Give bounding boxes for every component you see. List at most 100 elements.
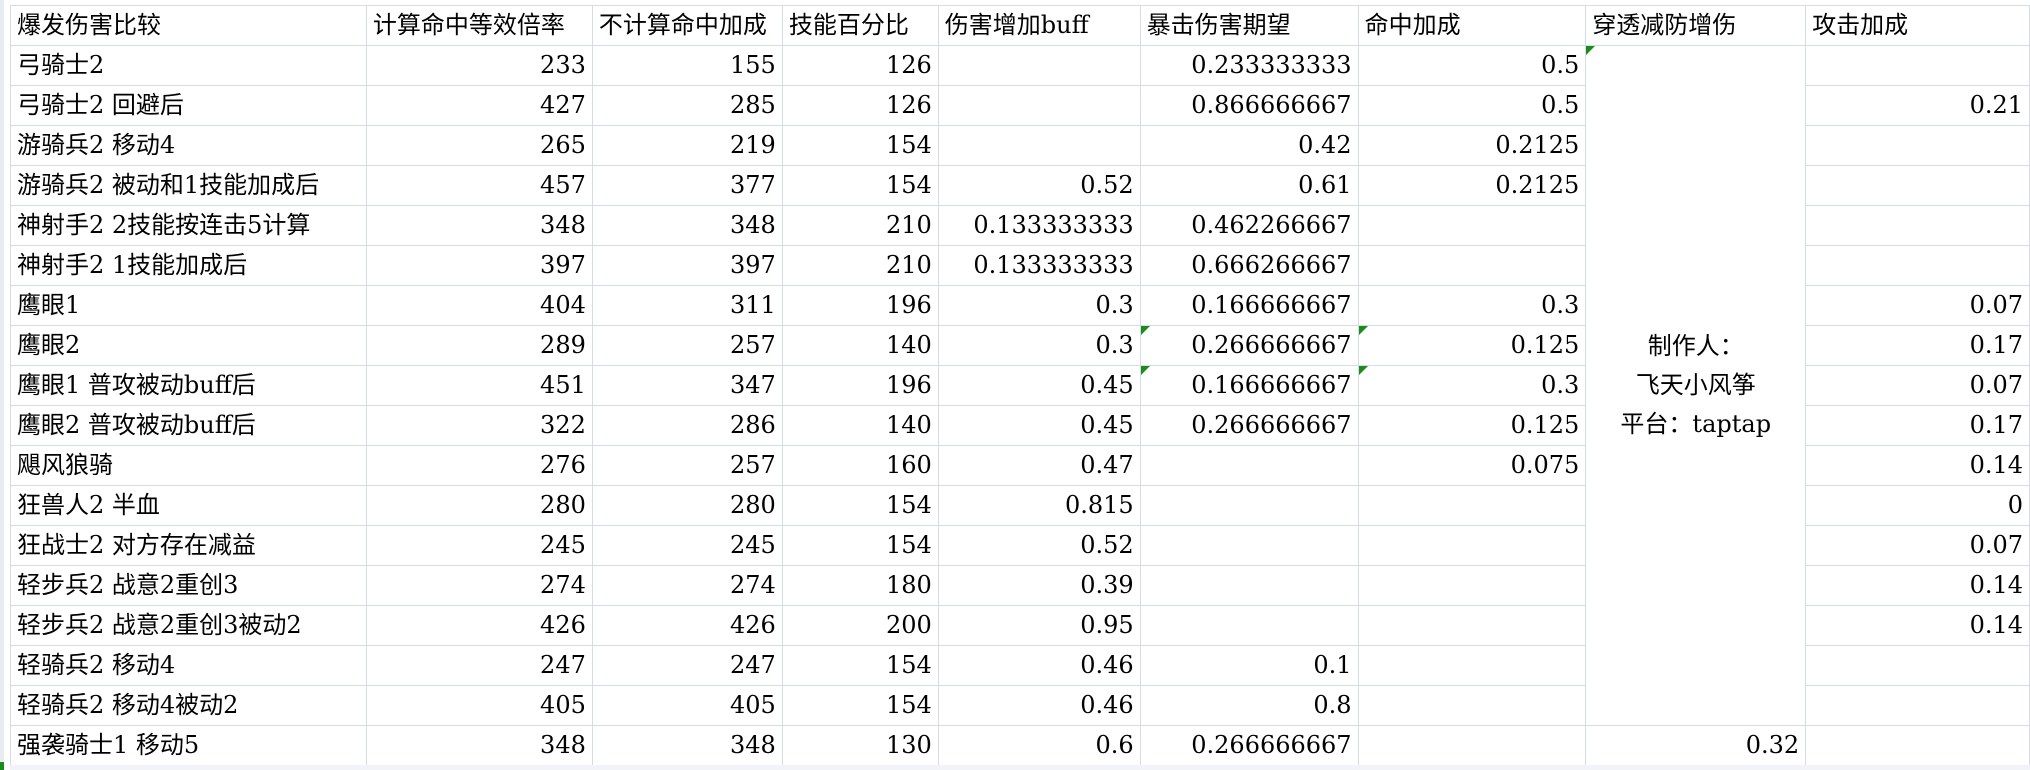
cell-skill-percent[interactable]: 154 bbox=[781, 125, 939, 166]
cell-crit-expectation[interactable] bbox=[1139, 565, 1359, 606]
cell-crit-expectation[interactable]: 0.266666667 bbox=[1139, 405, 1359, 446]
cell-skill-percent[interactable]: 154 bbox=[781, 525, 939, 566]
cell-name[interactable]: 轻步兵2 战意2重创3被动2 bbox=[10, 605, 367, 646]
cell-skill-percent[interactable]: 140 bbox=[781, 325, 939, 366]
cell-hit-equiv-multiplier[interactable]: 397 bbox=[365, 245, 593, 286]
cell-no-hit-bonus[interactable]: 245 bbox=[591, 525, 783, 566]
cell-hit-bonus[interactable]: 0.2125 bbox=[1357, 125, 1587, 166]
cell-penetration[interactable]: 0.32 bbox=[1585, 725, 1807, 766]
cell-skill-percent[interactable]: 126 bbox=[781, 45, 939, 86]
cell-name[interactable]: 狂战士2 对方存在减益 bbox=[10, 525, 367, 566]
cell-attack-bonus[interactable]: 0.17 bbox=[1805, 405, 2030, 446]
comment-marker-icon[interactable] bbox=[1141, 366, 1150, 375]
cell-hit-equiv-multiplier[interactable]: 457 bbox=[365, 165, 593, 206]
cell-attack-bonus[interactable] bbox=[1805, 645, 2030, 686]
comment-marker-icon[interactable] bbox=[1359, 366, 1368, 375]
column-header-crit-expectation[interactable]: 暴击伤害期望 bbox=[1139, 5, 1359, 46]
cell-hit-equiv-multiplier[interactable]: 348 bbox=[365, 725, 593, 766]
cell-hit-bonus[interactable]: 0.5 bbox=[1357, 45, 1587, 86]
cell-skill-percent[interactable]: 154 bbox=[781, 645, 939, 686]
cell-hit-bonus[interactable]: 0.3 bbox=[1357, 365, 1587, 406]
cell-attack-bonus[interactable] bbox=[1805, 45, 2030, 86]
cell-attack-bonus[interactable]: 0.14 bbox=[1805, 445, 2030, 486]
cell-hit-equiv-multiplier[interactable]: 426 bbox=[365, 605, 593, 646]
comment-marker-icon[interactable] bbox=[1586, 46, 1596, 55]
cell-no-hit-bonus[interactable]: 219 bbox=[591, 125, 783, 166]
cell-name[interactable]: 轻骑兵2 移动4 bbox=[10, 645, 367, 686]
cell-crit-expectation[interactable]: 0.233333333 bbox=[1139, 45, 1359, 86]
column-header-damage-buff[interactable]: 伤害增加buff bbox=[937, 5, 1141, 46]
cell-no-hit-bonus[interactable]: 285 bbox=[591, 85, 783, 126]
cell-name[interactable]: 神射手2 1技能加成后 bbox=[10, 245, 367, 286]
cell-attack-bonus[interactable] bbox=[1805, 165, 2030, 206]
cell-no-hit-bonus[interactable]: 426 bbox=[591, 605, 783, 646]
cell-attack-bonus[interactable]: 0.17 bbox=[1805, 325, 2030, 366]
cell-hit-equiv-multiplier[interactable]: 322 bbox=[365, 405, 593, 446]
cell-crit-expectation[interactable]: 0.866666667 bbox=[1139, 85, 1359, 126]
cell-skill-percent[interactable]: 196 bbox=[781, 285, 939, 326]
cell-attack-bonus[interactable]: 0.21 bbox=[1805, 85, 2030, 126]
cell-name[interactable]: 游骑兵2 移动4 bbox=[10, 125, 367, 166]
cell-hit-equiv-multiplier[interactable]: 405 bbox=[365, 685, 593, 726]
cell-hit-equiv-multiplier[interactable]: 265 bbox=[365, 125, 593, 166]
cell-hit-equiv-multiplier[interactable]: 245 bbox=[365, 525, 593, 566]
cell-hit-bonus[interactable]: 0.5 bbox=[1357, 85, 1587, 126]
cell-skill-percent[interactable]: 130 bbox=[781, 725, 939, 766]
comment-marker-icon[interactable] bbox=[1359, 326, 1368, 335]
cell-damage-buff[interactable]: 0.47 bbox=[937, 445, 1141, 486]
cell-damage-buff[interactable]: 0.52 bbox=[937, 165, 1141, 206]
cell-name[interactable]: 弓骑士2 bbox=[10, 45, 367, 86]
column-header-penetration[interactable]: 穿透减防增伤 bbox=[1585, 5, 1807, 46]
cell-skill-percent[interactable]: 160 bbox=[781, 445, 939, 486]
cell-hit-bonus[interactable] bbox=[1357, 245, 1587, 286]
cell-hit-bonus[interactable] bbox=[1357, 525, 1587, 566]
merged-author-note-cell[interactable]: 制作人： 飞天小风筝 平台：taptap bbox=[1585, 45, 1807, 726]
cell-name[interactable]: 飓风狼骑 bbox=[10, 445, 367, 486]
cell-crit-expectation[interactable]: 0.8 bbox=[1139, 685, 1359, 726]
cell-crit-expectation[interactable]: 0.42 bbox=[1139, 125, 1359, 166]
cell-no-hit-bonus[interactable]: 405 bbox=[591, 685, 783, 726]
cell-skill-percent[interactable]: 140 bbox=[781, 405, 939, 446]
cell-damage-buff[interactable]: 0.46 bbox=[937, 685, 1141, 726]
cell-no-hit-bonus[interactable]: 397 bbox=[591, 245, 783, 286]
cell-hit-equiv-multiplier[interactable]: 404 bbox=[365, 285, 593, 326]
cell-crit-expectation[interactable]: 0.166666667 bbox=[1139, 365, 1359, 406]
column-header-name[interactable]: 爆发伤害比较 bbox=[10, 5, 367, 46]
cell-no-hit-bonus[interactable]: 348 bbox=[591, 205, 783, 246]
cell-crit-expectation[interactable] bbox=[1139, 485, 1359, 526]
cell-crit-expectation[interactable]: 0.61 bbox=[1139, 165, 1359, 206]
cell-hit-bonus[interactable] bbox=[1357, 725, 1587, 766]
cell-skill-percent[interactable]: 154 bbox=[781, 165, 939, 206]
cell-hit-bonus[interactable]: 0.075 bbox=[1357, 445, 1587, 486]
cell-damage-buff[interactable]: 0.3 bbox=[937, 285, 1141, 326]
cell-hit-equiv-multiplier[interactable]: 348 bbox=[365, 205, 593, 246]
cell-damage-buff[interactable] bbox=[937, 85, 1141, 126]
cell-no-hit-bonus[interactable]: 286 bbox=[591, 405, 783, 446]
cell-attack-bonus[interactable]: 0.07 bbox=[1805, 525, 2030, 566]
cell-damage-buff[interactable]: 0.133333333 bbox=[937, 245, 1141, 286]
cell-hit-bonus[interactable] bbox=[1357, 605, 1587, 646]
cell-no-hit-bonus[interactable]: 348 bbox=[591, 725, 783, 766]
cell-hit-bonus[interactable] bbox=[1357, 565, 1587, 606]
cell-damage-buff[interactable]: 0.3 bbox=[937, 325, 1141, 366]
cell-hit-equiv-multiplier[interactable]: 280 bbox=[365, 485, 593, 526]
cell-hit-bonus[interactable] bbox=[1357, 645, 1587, 686]
cell-hit-bonus[interactable]: 0.125 bbox=[1357, 325, 1587, 366]
cell-hit-bonus[interactable] bbox=[1357, 485, 1587, 526]
cell-damage-buff[interactable] bbox=[937, 125, 1141, 166]
cell-no-hit-bonus[interactable]: 347 bbox=[591, 365, 783, 406]
cell-no-hit-bonus[interactable]: 247 bbox=[591, 645, 783, 686]
cell-hit-bonus[interactable]: 0.125 bbox=[1357, 405, 1587, 446]
cell-hit-equiv-multiplier[interactable]: 276 bbox=[365, 445, 593, 486]
cell-attack-bonus[interactable] bbox=[1805, 245, 2030, 286]
cell-damage-buff[interactable]: 0.52 bbox=[937, 525, 1141, 566]
cell-damage-buff[interactable] bbox=[937, 45, 1141, 86]
cell-crit-expectation[interactable]: 0.1 bbox=[1139, 645, 1359, 686]
cell-name[interactable]: 鹰眼2 bbox=[10, 325, 367, 366]
cell-skill-percent[interactable]: 126 bbox=[781, 85, 939, 126]
cell-no-hit-bonus[interactable]: 377 bbox=[591, 165, 783, 206]
column-header-hit-equiv-multiplier[interactable]: 计算命中等效倍率 bbox=[365, 5, 593, 46]
cell-skill-percent[interactable]: 154 bbox=[781, 685, 939, 726]
cell-name[interactable]: 狂兽人2 半血 bbox=[10, 485, 367, 526]
cell-attack-bonus[interactable] bbox=[1805, 685, 2030, 726]
